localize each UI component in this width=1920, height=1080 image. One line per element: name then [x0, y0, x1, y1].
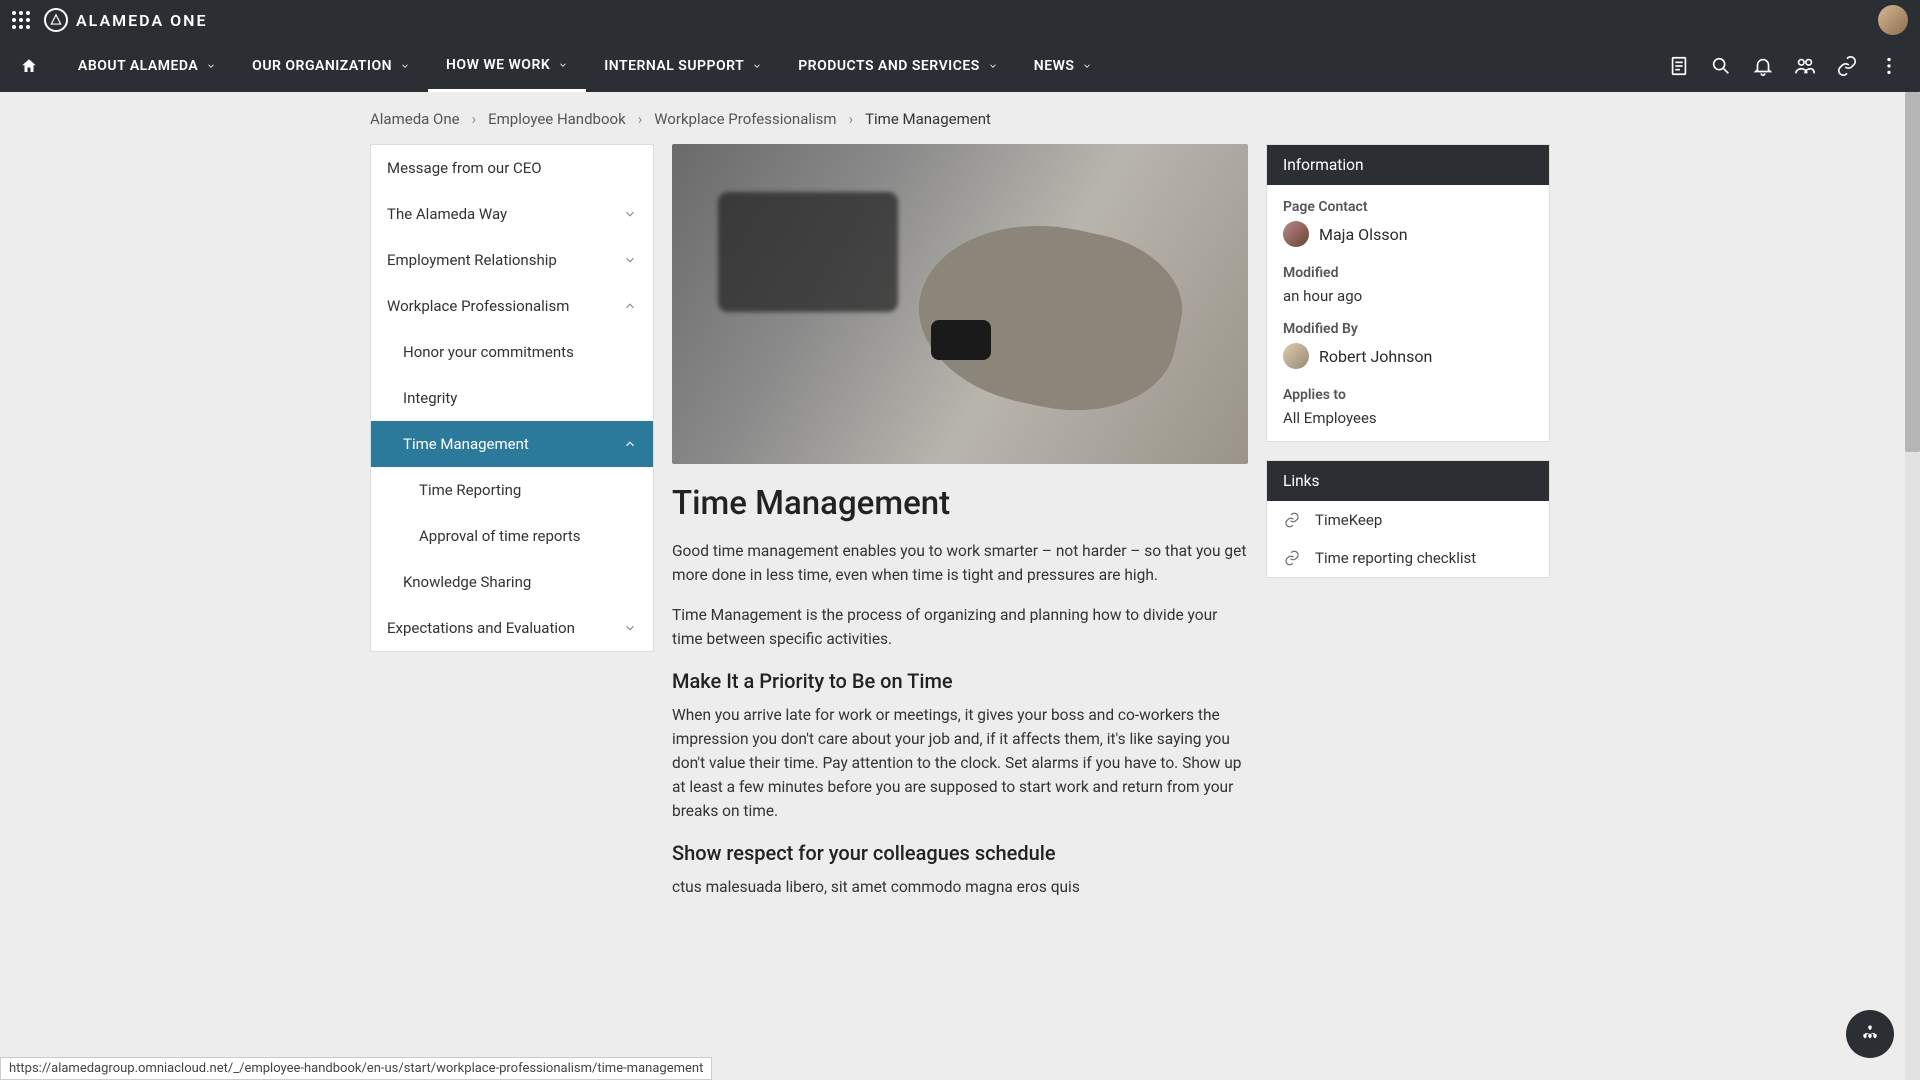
nav-item-3[interactable]: INTERNAL SUPPORT	[586, 40, 780, 92]
sidebar-item-label: Integrity	[403, 389, 457, 407]
breadcrumb-item[interactable]: Workplace Professionalism	[654, 110, 836, 128]
nav-item-2[interactable]: HOW WE WORK	[428, 40, 586, 92]
search-icon[interactable]	[1710, 55, 1732, 77]
links-panel: Links TimeKeepTime reporting checklist	[1266, 460, 1550, 578]
hero-image	[672, 144, 1248, 464]
sidebar-item[interactable]: Approval of time reports	[371, 513, 653, 559]
sidebar-item-label: Time Reporting	[419, 481, 521, 499]
article-h2a: Make It a Priority to Be on Time	[672, 669, 1248, 693]
topbar: ALAMEDA ONE	[0, 0, 1920, 40]
sidebar-item-label: Honor your commitments	[403, 343, 574, 361]
chevron-right-icon: ›	[849, 110, 854, 128]
article-p3: ctus malesuada libero, sit amet commodo …	[672, 875, 1248, 899]
sidebar-item[interactable]: Workplace Professionalism	[371, 283, 653, 329]
applies-value: All Employees	[1283, 409, 1533, 427]
chevron-right-icon: ›	[638, 110, 643, 128]
article-p1: Time Management is the process of organi…	[672, 603, 1248, 651]
contact-name[interactable]: Maja Olsson	[1319, 225, 1408, 244]
more-icon[interactable]	[1878, 55, 1900, 77]
link-icon	[1283, 511, 1301, 529]
nav-item-0[interactable]: ABOUT ALAMEDA	[60, 40, 234, 92]
chevron-up-icon	[623, 437, 637, 451]
apps-grid-icon[interactable]	[12, 11, 30, 29]
article-h2b: Show respect for your colleagues schedul…	[672, 841, 1248, 865]
modifiedby-name[interactable]: Robert Johnson	[1319, 347, 1432, 366]
modifiedby-avatar[interactable]	[1283, 343, 1309, 369]
links-title: Links	[1267, 461, 1549, 501]
sidebar-item-label: Employment Relationship	[387, 251, 557, 269]
contact-label: Page Contact	[1283, 199, 1533, 215]
sidebar-item-label: Approval of time reports	[419, 527, 581, 545]
nav-item-5[interactable]: NEWS	[1016, 40, 1111, 92]
link-icon[interactable]	[1836, 55, 1858, 77]
sidebar-item-label: Knowledge Sharing	[403, 573, 531, 591]
home-icon[interactable]	[20, 57, 38, 75]
article-p2: When you arrive late for work or meeting…	[672, 703, 1248, 823]
breadcrumb-item: Time Management	[865, 110, 991, 128]
brand-text: ALAMEDA ONE	[76, 11, 207, 30]
bell-icon[interactable]	[1752, 55, 1774, 77]
scrollbar[interactable]	[1905, 92, 1920, 1080]
sidebar-item-label: Workplace Professionalism	[387, 297, 569, 315]
page-title: Time Management	[672, 484, 1248, 523]
sidebar-item[interactable]: Honor your commitments	[371, 329, 653, 375]
sidebar-item[interactable]: The Alameda Way	[371, 191, 653, 237]
sidebar-item[interactable]: Employment Relationship	[371, 237, 653, 283]
sidebar-item-label: Time Management	[403, 435, 529, 453]
link-item[interactable]: Time reporting checklist	[1267, 539, 1549, 577]
sidebar-nav: Message from our CEO The Alameda Way Emplo…	[370, 144, 654, 652]
chevron-down-icon	[623, 621, 637, 635]
breadcrumb: Alameda One › Employee Handbook › Workplace …	[370, 92, 1550, 144]
sidebar-item[interactable]: Time Management	[371, 421, 653, 467]
document-icon[interactable]	[1668, 55, 1690, 77]
contact-avatar[interactable]	[1283, 221, 1309, 247]
main-content: Time Management Good time management ena…	[672, 144, 1248, 935]
sidebar-item-label: The Alameda Way	[387, 205, 507, 223]
modifiedby-label: Modified By	[1283, 321, 1533, 337]
applies-label: Applies to	[1283, 387, 1533, 403]
breadcrumb-item[interactable]: Alameda One	[370, 110, 460, 128]
info-panel: Information Page Contact Maja Olsson Mod…	[1266, 144, 1550, 442]
scroll-thumb[interactable]	[1905, 92, 1920, 452]
sidebar-item[interactable]: Expectations and Evaluation	[371, 605, 653, 651]
chevron-down-icon	[623, 253, 637, 267]
chevron-down-icon	[623, 207, 637, 221]
sidebar-item[interactable]: Integrity	[371, 375, 653, 421]
navbar: ABOUT ALAMEDAOUR ORGANIZATIONHOW WE WORK…	[0, 40, 1920, 92]
chevron-right-icon: ›	[472, 110, 477, 128]
sidebar-item-label: Message from our CEO	[387, 159, 542, 177]
modified-value: an hour ago	[1283, 287, 1533, 305]
link-item[interactable]: TimeKeep	[1267, 501, 1549, 539]
link-icon	[1283, 549, 1301, 567]
article-lead: Good time management enables you to work…	[672, 539, 1248, 587]
sidebar-item-label: Expectations and Evaluation	[387, 619, 575, 637]
sidebar-item[interactable]: Knowledge Sharing	[371, 559, 653, 605]
modified-label: Modified	[1283, 265, 1533, 281]
sidebar-item[interactable]: Message from our CEO	[371, 145, 653, 191]
chevron-up-icon	[623, 299, 637, 313]
breadcrumb-item[interactable]: Employee Handbook	[488, 110, 626, 128]
fab-sitemap[interactable]	[1846, 1010, 1894, 1058]
info-title: Information	[1267, 145, 1549, 185]
nav-item-4[interactable]: PRODUCTS AND SERVICES	[780, 40, 1016, 92]
sidebar-item[interactable]: Time Reporting	[371, 467, 653, 513]
nav-item-1[interactable]: OUR ORGANIZATION	[234, 40, 428, 92]
status-url: https://alamedagroup.omniacloud.net/_/em…	[0, 1057, 712, 1080]
user-avatar[interactable]	[1878, 5, 1908, 35]
brand-logo[interactable]: ALAMEDA ONE	[44, 8, 207, 32]
people-icon[interactable]	[1794, 55, 1816, 77]
logo-icon	[44, 8, 68, 32]
